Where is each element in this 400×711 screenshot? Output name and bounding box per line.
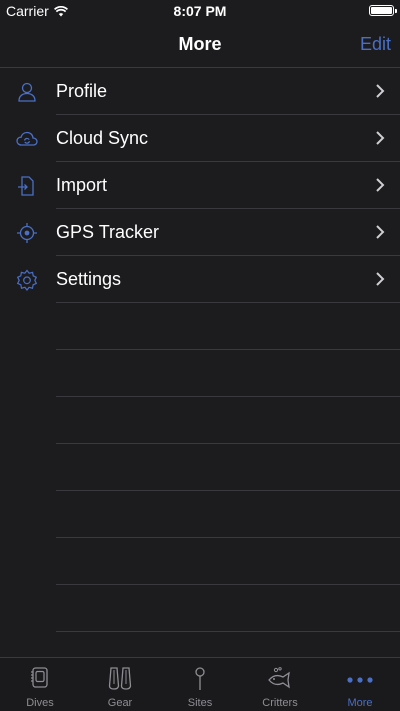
chevron-right-icon: [376, 131, 385, 145]
empty-list-row: [0, 585, 400, 632]
more-menu-list: Profile Cloud Sync Import GPS Tracker Se…: [0, 68, 400, 632]
chevron-right-icon: [376, 178, 385, 192]
battery-icon: [369, 5, 397, 16]
tab-label: Dives: [26, 697, 54, 709]
empty-list-row: [0, 538, 400, 585]
page-title: More: [178, 34, 222, 54]
tab-gear[interactable]: Gear: [80, 658, 160, 711]
tab-more[interactable]: More: [320, 658, 400, 711]
empty-list-row: [0, 491, 400, 538]
tab-sites[interactable]: Sites: [160, 658, 240, 711]
menu-item-settings[interactable]: Settings: [0, 256, 400, 303]
empty-list-row: [0, 397, 400, 444]
menu-item-label: Import: [56, 175, 108, 195]
empty-list-row: [0, 350, 400, 397]
gear-icon: [16, 269, 38, 291]
status-bar: Carrier 8:07 PM: [0, 0, 400, 22]
tab-critters[interactable]: Critters: [240, 658, 320, 711]
status-time: 8:07 PM: [173, 3, 227, 19]
tab-label: Gear: [107, 697, 133, 709]
dive-log-icon: [31, 667, 48, 688]
navigation-bar: More Edit: [0, 22, 400, 68]
menu-item-gps-tracker[interactable]: GPS Tracker: [0, 209, 400, 256]
tab-bar: Dives Gear Sites Critters More: [0, 657, 400, 711]
menu-item-label: Profile: [56, 81, 108, 101]
menu-item-label: Cloud Sync: [56, 128, 149, 148]
cloud-sync-icon: [16, 131, 38, 146]
menu-item-import[interactable]: Import: [0, 162, 400, 209]
empty-list-row: [0, 303, 400, 350]
fins-icon: [108, 667, 132, 690]
tab-label: Sites: [187, 697, 213, 709]
person-icon: [18, 82, 36, 102]
chevron-right-icon: [376, 272, 385, 286]
tab-label: Critters: [262, 697, 298, 709]
empty-list-row: [0, 444, 400, 491]
more-dots-icon: [347, 677, 373, 683]
chevron-right-icon: [376, 225, 385, 239]
import-icon: [18, 176, 34, 196]
menu-item-label: GPS Tracker: [56, 222, 160, 242]
tab-label: More: [347, 697, 373, 709]
tab-dives[interactable]: Dives: [0, 658, 80, 711]
menu-item-cloud-sync[interactable]: Cloud Sync: [0, 115, 400, 162]
chevron-right-icon: [376, 84, 385, 98]
menu-item-label: Settings: [56, 269, 122, 289]
fish-icon: [268, 667, 290, 689]
menu-item-profile[interactable]: Profile: [0, 68, 400, 115]
edit-button[interactable]: Edit: [360, 34, 391, 55]
gps-target-icon: [17, 223, 37, 243]
pin-icon: [195, 667, 205, 690]
